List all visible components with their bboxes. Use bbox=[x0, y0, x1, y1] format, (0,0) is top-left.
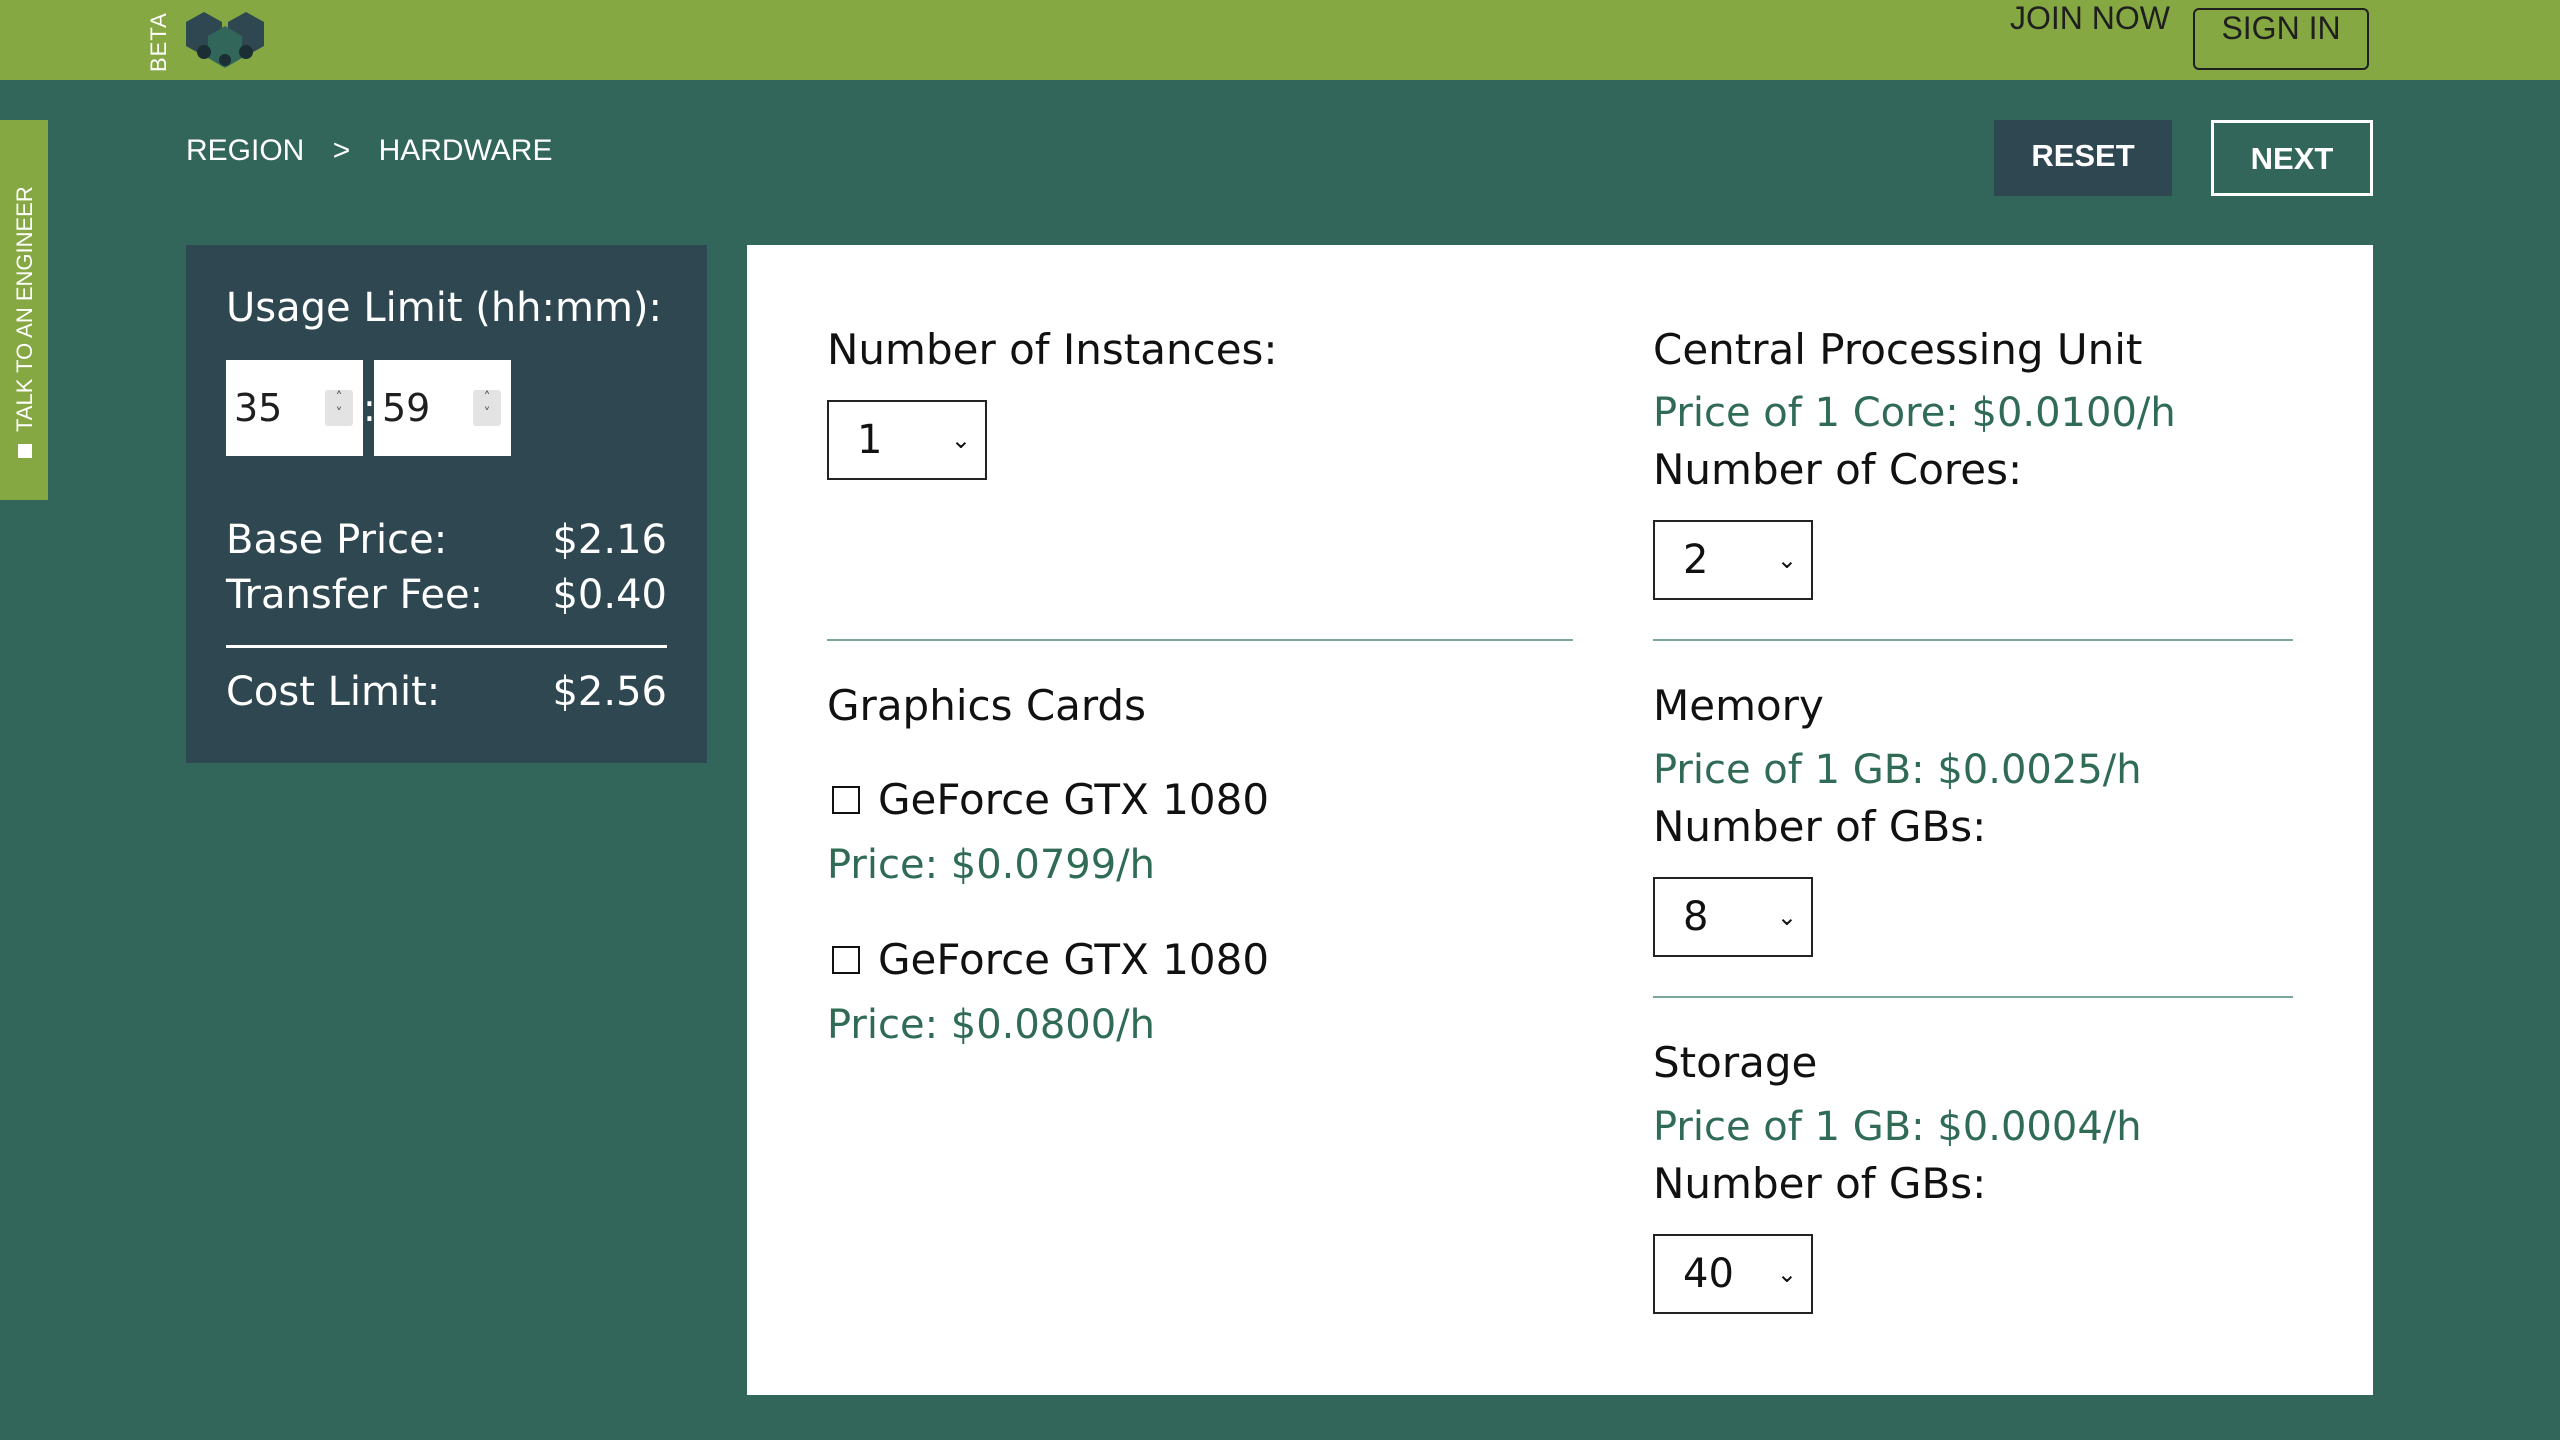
minutes-input[interactable]: 59 ˄ ˅ bbox=[374, 360, 511, 456]
memory-title: Memory bbox=[1653, 681, 1824, 730]
gpu-price: Price: $0.0799/h bbox=[827, 842, 1156, 888]
memory-gb-label: Number of GBs: bbox=[1653, 802, 1987, 851]
next-button[interactable]: NEXT bbox=[2211, 120, 2373, 196]
checkbox-icon[interactable] bbox=[832, 785, 860, 814]
storage-price: Price of 1 GB: $0.0004/h bbox=[1653, 1104, 2142, 1150]
chevron-down-icon: ⌄ bbox=[1776, 546, 1797, 574]
logo-icon[interactable] bbox=[184, 8, 268, 72]
chevron-down-icon: ⌄ bbox=[950, 426, 971, 454]
divider bbox=[827, 639, 1573, 641]
top-bar: BETA JOIN NOW SIGN IN bbox=[0, 0, 2560, 80]
gpu-name: GeForce GTX 1080 bbox=[878, 935, 1270, 984]
beta-label: BETA bbox=[146, 12, 171, 72]
cost-limit-value: $2.56 bbox=[552, 669, 667, 715]
breadcrumb-region[interactable]: REGION bbox=[186, 134, 304, 167]
gpu-price: Price: $0.0800/h bbox=[827, 1002, 1156, 1048]
checkbox-icon[interactable] bbox=[832, 945, 860, 974]
breadcrumb: REGION > HARDWARE bbox=[186, 134, 572, 168]
gpu-checkbox[interactable]: GeForce GTX 1080 bbox=[832, 775, 1269, 824]
chevron-down-icon: ⌄ bbox=[1776, 903, 1797, 931]
divider bbox=[1653, 639, 2293, 641]
sign-in-button[interactable]: SIGN IN bbox=[2193, 8, 2369, 70]
base-price-row: Base Price: $2.16 bbox=[226, 517, 667, 563]
transfer-fee-row: Transfer Fee: $0.40 bbox=[226, 572, 667, 618]
base-price-value: $2.16 bbox=[552, 517, 667, 563]
talk-to-engineer-label[interactable]: TALK TO AN ENGINEER bbox=[12, 186, 38, 458]
storage-title: Storage bbox=[1653, 1038, 1818, 1087]
gpu-checkbox[interactable]: GeForce GTX 1080 bbox=[832, 935, 1269, 984]
breadcrumb-hardware: HARDWARE bbox=[378, 134, 553, 167]
storage-gb-label: Number of GBs: bbox=[1653, 1159, 1987, 1208]
cpu-title: Central Processing Unit bbox=[1653, 325, 2143, 374]
breadcrumb-separator: > bbox=[332, 134, 351, 167]
hours-input[interactable]: 35 ˄ ˅ bbox=[226, 360, 363, 456]
chevron-down-icon: ⌄ bbox=[1776, 1260, 1797, 1288]
memory-select[interactable]: 8 ⌄ bbox=[1653, 877, 1813, 957]
cores-label: Number of Cores: bbox=[1653, 445, 2023, 494]
memory-price: Price of 1 GB: $0.0025/h bbox=[1653, 747, 2142, 793]
instances-label: Number of Instances: bbox=[827, 325, 1278, 374]
hours-stepper-icon[interactable]: ˄ ˅ bbox=[325, 390, 353, 426]
hardware-config-panel: Number of Instances: 1 ⌄ Central Process… bbox=[747, 245, 2373, 1395]
gpu-title: Graphics Cards bbox=[827, 681, 1146, 730]
instances-select[interactable]: 1 ⌄ bbox=[827, 400, 987, 480]
cost-limit-row: Cost Limit: $2.56 bbox=[226, 669, 667, 715]
usage-summary-panel: Usage Limit (hh:mm): 35 ˄ ˅ : 59 ˄ ˅ Base … bbox=[186, 245, 707, 763]
storage-select[interactable]: 40 ⌄ bbox=[1653, 1234, 1813, 1314]
reset-button[interactable]: RESET bbox=[1994, 120, 2172, 196]
usage-limit-label: Usage Limit (hh:mm): bbox=[226, 285, 663, 331]
transfer-fee-value: $0.40 bbox=[552, 572, 667, 618]
cores-select[interactable]: 2 ⌄ bbox=[1653, 520, 1813, 600]
minutes-stepper-icon[interactable]: ˄ ˅ bbox=[473, 390, 501, 426]
gpu-name: GeForce GTX 1080 bbox=[878, 775, 1270, 824]
cpu-price: Price of 1 Core: $0.0100/h bbox=[1653, 390, 2176, 436]
join-now-link[interactable]: JOIN NOW bbox=[2010, 0, 2170, 80]
divider bbox=[1653, 996, 2293, 998]
summary-divider bbox=[226, 645, 667, 648]
chat-icon bbox=[18, 444, 32, 458]
